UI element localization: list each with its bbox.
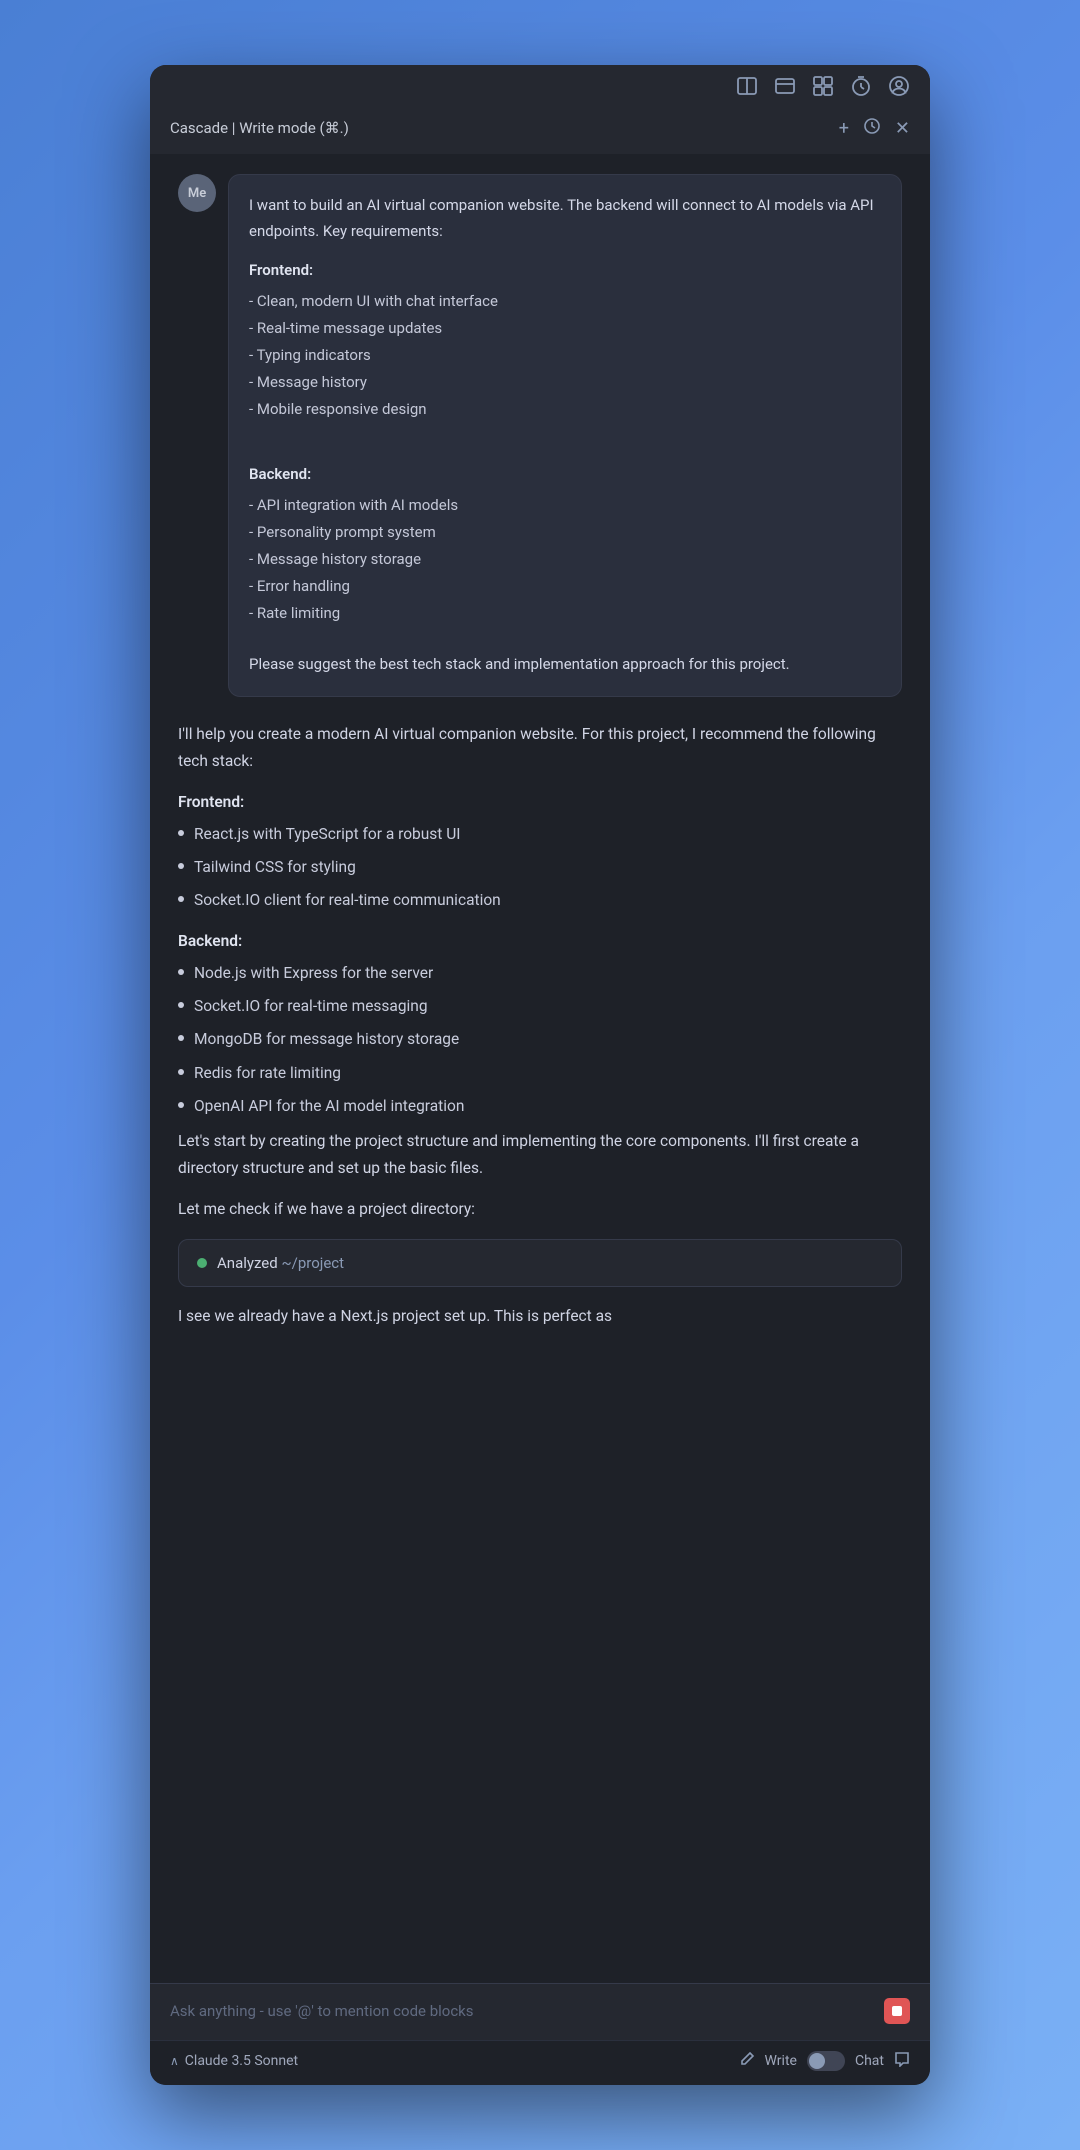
frontend-item-1: - Clean, modern UI with chat interface (249, 288, 881, 315)
app-window: Cascade | Write mode (⌘.) + ✕ Me I want … (150, 65, 930, 2085)
ai-continuation: Let's start by creating the project stru… (178, 1128, 902, 1182)
grid-icon[interactable] (812, 75, 834, 102)
backend-header: Backend: (249, 462, 881, 488)
ai-frontend-item-1: React.js with TypeScript for a robust UI (178, 821, 902, 848)
ai-backend-item-1: Node.js with Express for the server (178, 960, 902, 987)
timer-icon[interactable] (850, 75, 872, 102)
chat-mode-label: Chat (855, 2053, 884, 2069)
user-message-closing: Please suggest the best tech stack and i… (249, 652, 881, 678)
model-name: Claude 3.5 Sonnet (185, 2053, 298, 2069)
title-bar-left: Cascade | Write mode (⌘.) (170, 119, 349, 137)
split-view-icon[interactable] (736, 75, 758, 102)
user-message-bubble: I want to build an AI virtual companion … (228, 174, 902, 697)
status-dot (197, 1258, 207, 1268)
backend-item-3: - Message history storage (249, 546, 881, 573)
write-mode-label: Write (765, 2053, 797, 2069)
window-icon[interactable] (774, 75, 796, 102)
title-bar-controls: + ✕ (839, 117, 910, 140)
backend-item-4: - Error handling (249, 573, 881, 600)
window-title: Cascade | Write mode (⌘.) (170, 119, 349, 137)
toolbar-icons (150, 65, 930, 102)
chat-icon[interactable] (894, 2051, 910, 2071)
input-placeholder[interactable]: Ask anything - use '@' to mention code b… (170, 2002, 474, 2020)
close-button[interactable]: ✕ (895, 118, 910, 139)
frontend-item-2: - Real-time message updates (249, 315, 881, 342)
bullet-dot (178, 896, 184, 902)
ai-response: I'll help you create a modern AI virtual… (178, 721, 902, 1361)
input-area: Ask anything - use '@' to mention code b… (150, 1983, 930, 2040)
edit-icon[interactable] (739, 2051, 755, 2071)
backend-item-5: - Rate limiting (249, 600, 881, 627)
bottom-bar: ∧ Claude 3.5 Sonnet Write Chat (150, 2040, 930, 2085)
content-area: Me I want to build an AI virtual compani… (150, 154, 930, 1983)
bullet-dot (178, 1102, 184, 1108)
bullet-dot (178, 1002, 184, 1008)
bottom-right-controls: Write Chat (739, 2051, 910, 2071)
toggle-knob (809, 2053, 825, 2069)
analysis-status: Analyzed ~/project (217, 1254, 344, 1272)
title-bar: Cascade | Write mode (⌘.) + ✕ (150, 102, 930, 154)
ai-backend-item-2: Socket.IO for real-time messaging (178, 993, 902, 1020)
user-message-wrapper: Me I want to build an AI virtual compani… (178, 174, 902, 697)
backend-item-1: - API integration with AI models (249, 492, 881, 519)
bullet-dot (178, 1035, 184, 1041)
model-info: ∧ Claude 3.5 Sonnet (170, 2053, 298, 2069)
history-button[interactable] (863, 117, 881, 140)
backend-item-2: - Personality prompt system (249, 519, 881, 546)
frontend-item-4: - Message history (249, 369, 881, 396)
ai-backend-title: Backend: (178, 932, 902, 950)
analysis-path: ~/project (281, 1254, 344, 1272)
profile-icon[interactable] (888, 75, 910, 102)
ai-backend-item-5: OpenAI API for the AI model integration (178, 1093, 902, 1120)
ai-frontend-item-3: Socket.IO client for real-time communica… (178, 887, 902, 914)
ai-frontend-title: Frontend: (178, 793, 902, 811)
avatar: Me (178, 174, 216, 212)
bullet-dot (178, 969, 184, 975)
ai-intro: I'll help you create a modern AI virtual… (178, 721, 902, 775)
frontend-item-5: - Mobile responsive design (249, 396, 881, 423)
chevron-up-icon[interactable]: ∧ (170, 2054, 179, 2068)
ai-check-text: Let me check if we have a project direct… (178, 1196, 902, 1223)
add-tab-button[interactable]: + (839, 118, 849, 139)
frontend-item-3: - Typing indicators (249, 342, 881, 369)
bullet-dot (178, 1069, 184, 1075)
stop-icon (892, 2006, 902, 2016)
ai-backend-list: Node.js with Express for the server Sock… (178, 960, 902, 1120)
ai-backend-item-3: MongoDB for message history storage (178, 1026, 902, 1053)
ai-frontend-list: React.js with TypeScript for a robust UI… (178, 821, 902, 914)
frontend-header: Frontend: (249, 258, 881, 284)
input-row: Ask anything - use '@' to mention code b… (170, 1998, 910, 2024)
mode-toggle[interactable] (807, 2051, 845, 2071)
user-message-intro: I want to build an AI virtual companion … (249, 193, 881, 244)
bullet-dot (178, 863, 184, 869)
ai-frontend-item-2: Tailwind CSS for styling (178, 854, 902, 881)
bullet-dot (178, 830, 184, 836)
stop-button[interactable] (884, 1998, 910, 2024)
ai-final-text: I see we already have a Next.js project … (178, 1303, 902, 1330)
ai-backend-item-4: Redis for rate limiting (178, 1060, 902, 1087)
analysis-block: Analyzed ~/project (178, 1239, 902, 1287)
